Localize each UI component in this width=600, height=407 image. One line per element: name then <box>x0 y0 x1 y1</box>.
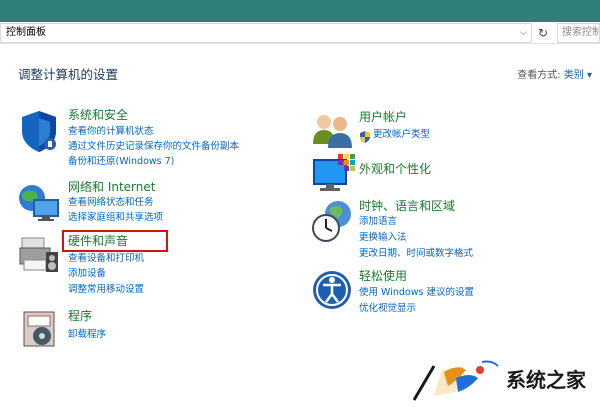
link-optimize-visual-display[interactable]: 优化视觉显示 <box>359 303 416 315</box>
link-file-history-backup[interactable]: 通过文件历史记录保存你的文件备份副本 <box>68 141 239 153</box>
address-field[interactable]: 控制面板 ⌵ <box>0 23 532 43</box>
link-uninstall-program[interactable]: 卸载程序 <box>68 329 106 341</box>
link-backup-restore[interactable]: 备份和还原(Windows 7) <box>68 156 174 168</box>
uac-shield-icon <box>359 128 371 143</box>
highlight-box <box>62 230 168 252</box>
address-path[interactable]: 控制面板 <box>6 27 46 39</box>
category-title-clock-region[interactable]: 时钟、语言和区域 <box>359 199 455 214</box>
link-change-input-method[interactable]: 更换输入法 <box>359 232 407 244</box>
view-by-dropdown[interactable]: 类别 ▾ <box>564 70 592 81</box>
watermark-text: 系统之家 <box>506 368 586 392</box>
link-network-status[interactable]: 查看网络状态和任务 <box>68 197 154 209</box>
category-title-system-security[interactable]: 系统和安全 <box>68 108 128 123</box>
link-windows-recommended-settings[interactable]: 使用 Windows 建议的设置 <box>359 287 474 299</box>
link-change-date-time-format[interactable]: 更改日期、时间或数字格式 <box>359 248 473 260</box>
page-title: 调整计算机的设置 <box>18 67 119 82</box>
link-homegroup-sharing[interactable]: 选择家庭组和共享选项 <box>68 212 163 224</box>
printer-icon[interactable] <box>16 232 62 278</box>
chevron-down-icon[interactable]: ⌵ <box>520 27 527 39</box>
users-icon[interactable] <box>310 108 356 154</box>
category-title-user-accounts[interactable]: 用户帐户 <box>359 110 407 125</box>
watermark: 系统之家 <box>400 352 600 407</box>
link-devices-printers[interactable]: 查看设备和打印机 <box>68 253 144 265</box>
link-change-account-type[interactable]: 更改帐户类型 <box>373 129 430 141</box>
refresh-icon[interactable]: ↻ <box>534 24 552 42</box>
link-view-computer-status[interactable]: 查看你的计算机状态 <box>68 126 154 138</box>
window-titlebar <box>0 0 600 22</box>
category-title-appearance[interactable]: 外观和个性化 <box>359 162 431 177</box>
shield-icon[interactable] <box>16 108 62 154</box>
clock-globe-icon[interactable] <box>310 198 356 244</box>
category-title-ease-of-access[interactable]: 轻松使用 <box>359 269 407 284</box>
watermark-logo-icon <box>412 360 499 401</box>
link-add-device[interactable]: 添加设备 <box>68 268 106 280</box>
search-input[interactable]: 搜索控制面板 <box>557 23 600 43</box>
address-bar-row: 控制面板 ⌵ ↻ 搜索控制面板 <box>0 22 600 44</box>
view-by-control: 查看方式: 类别 ▾ <box>517 66 592 81</box>
category-title-programs[interactable]: 程序 <box>68 309 92 324</box>
monitor-palette-icon[interactable] <box>310 152 356 198</box>
ease-of-access-icon[interactable] <box>310 268 356 314</box>
category-title-network[interactable]: 网络和 Internet <box>68 180 155 195</box>
view-by-label: 查看方式: <box>517 70 561 81</box>
link-mobility-settings[interactable]: 调整常用移动设置 <box>68 284 144 296</box>
programs-icon[interactable] <box>18 306 64 352</box>
network-icon[interactable] <box>16 180 62 226</box>
link-add-language[interactable]: 添加语言 <box>359 216 397 228</box>
search-placeholder: 搜索控制面板 <box>562 27 599 38</box>
